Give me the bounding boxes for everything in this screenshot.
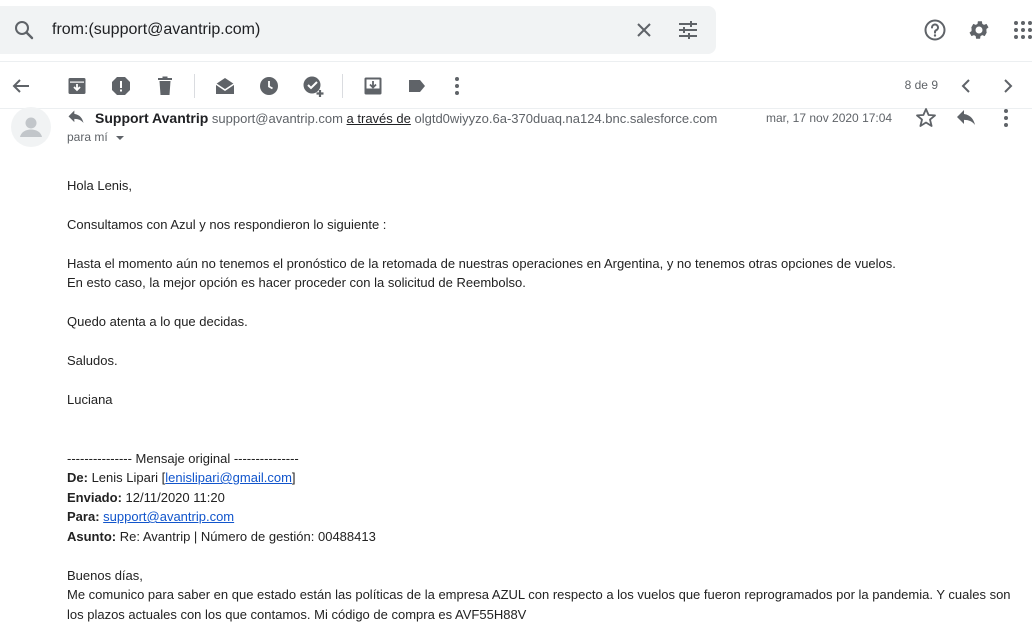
body-paragraph: Quedo atenta a lo que decidas. <box>67 314 248 329</box>
subject-value: Re: Avantrip | Número de gestión: 004884… <box>119 529 376 544</box>
chevron-right-icon[interactable] <box>995 74 1019 98</box>
toolbar-separator <box>194 74 195 98</box>
greeting: Hola Lenis, <box>67 178 133 193</box>
quoted-to-line: Para: support@avantrip.com <box>67 507 234 526</box>
search-options-icon[interactable] <box>676 18 700 42</box>
recipient-label: para mí <box>67 130 108 144</box>
more-vert-icon[interactable] <box>445 74 469 98</box>
subject-label: Asunto: <box>67 529 117 544</box>
more-vert-icon[interactable] <box>994 106 1018 130</box>
pagination-count: 8 de 9 <box>904 78 938 92</box>
mark-unread-icon[interactable] <box>213 74 237 98</box>
search-bar: from:(support@avantrip.com) <box>0 6 716 54</box>
sender-email: support@avantrip.com <box>211 111 343 126</box>
quoted-paragraph: Buenos días, <box>67 568 143 583</box>
search-icon[interactable] <box>12 18 36 42</box>
avatar[interactable] <box>11 107 51 147</box>
via-domain: olgtd0wiyyzo.6a-370duaq.na124.bnc.salesf… <box>414 111 718 126</box>
body-paragraph: Saludos. <box>67 353 118 368</box>
search-input[interactable]: from:(support@avantrip.com) <box>52 20 260 40</box>
from-name: Lenis Lipari [ <box>91 470 166 485</box>
toolbar-divider <box>0 108 1032 109</box>
quoted-paragraph: Me comunico para saber en que estado est… <box>67 587 1011 602</box>
to-label: Para: <box>67 509 100 524</box>
message-date: mar, 17 nov 2020 17:04 <box>766 111 893 125</box>
report-spam-icon[interactable] <box>109 74 133 98</box>
to-email-link[interactable]: support@avantrip.com <box>103 509 234 524</box>
reply-icon[interactable] <box>954 106 978 130</box>
from-bracket: ] <box>291 470 296 485</box>
sent-label: Enviado: <box>67 490 122 505</box>
add-task-icon[interactable] <box>301 74 325 98</box>
quoted-sent-line: Enviado: 12/11/2020 11:20 <box>67 488 225 507</box>
quoted-from-line: De: Lenis Lipari [lenislipari@gmail.com] <box>67 468 296 487</box>
original-message-header: --------------- Mensaje original -------… <box>67 451 299 466</box>
snooze-clock-icon[interactable] <box>257 74 281 98</box>
dropdown-arrow-icon[interactable] <box>115 133 125 143</box>
help-icon[interactable] <box>923 18 947 42</box>
sender-name[interactable]: Support Avantrip <box>95 110 208 126</box>
recipient-line[interactable]: para mí <box>67 130 125 144</box>
gear-icon[interactable] <box>967 18 991 42</box>
star-icon[interactable] <box>914 106 938 130</box>
signature: Luciana <box>67 392 113 407</box>
from-email-link[interactable]: lenislipari@gmail.com <box>165 470 292 485</box>
sent-value: 12/11/2020 11:20 <box>125 490 225 505</box>
close-icon[interactable] <box>632 18 656 42</box>
body-paragraph: En esto caso, la mejor opción es hacer p… <box>67 275 526 290</box>
chevron-left-icon[interactable] <box>955 74 979 98</box>
archive-icon[interactable] <box>65 74 89 98</box>
body-paragraph: Consultamos con Azul y nos respondieron … <box>67 217 387 232</box>
quoted-paragraph: los plazos actuales con los que contamos… <box>67 607 527 622</box>
header-divider <box>0 61 1032 62</box>
sender-line: Support Avantrip support@avantrip.com a … <box>95 110 717 127</box>
body-paragraph: Hasta el momento aún no tenemos el pronó… <box>67 256 896 271</box>
toolbar-separator <box>342 74 343 98</box>
delete-icon[interactable] <box>153 74 177 98</box>
move-to-icon[interactable] <box>361 74 385 98</box>
apps-grid-icon[interactable] <box>1011 18 1032 42</box>
replied-arrow-icon <box>66 108 86 128</box>
quoted-subject-line: Asunto: Re: Avantrip | Número de gestión… <box>67 527 376 546</box>
label-icon[interactable] <box>405 74 429 98</box>
via-link[interactable]: a través de <box>347 111 411 126</box>
back-arrow-icon[interactable] <box>9 74 33 98</box>
from-label: De: <box>67 470 88 485</box>
